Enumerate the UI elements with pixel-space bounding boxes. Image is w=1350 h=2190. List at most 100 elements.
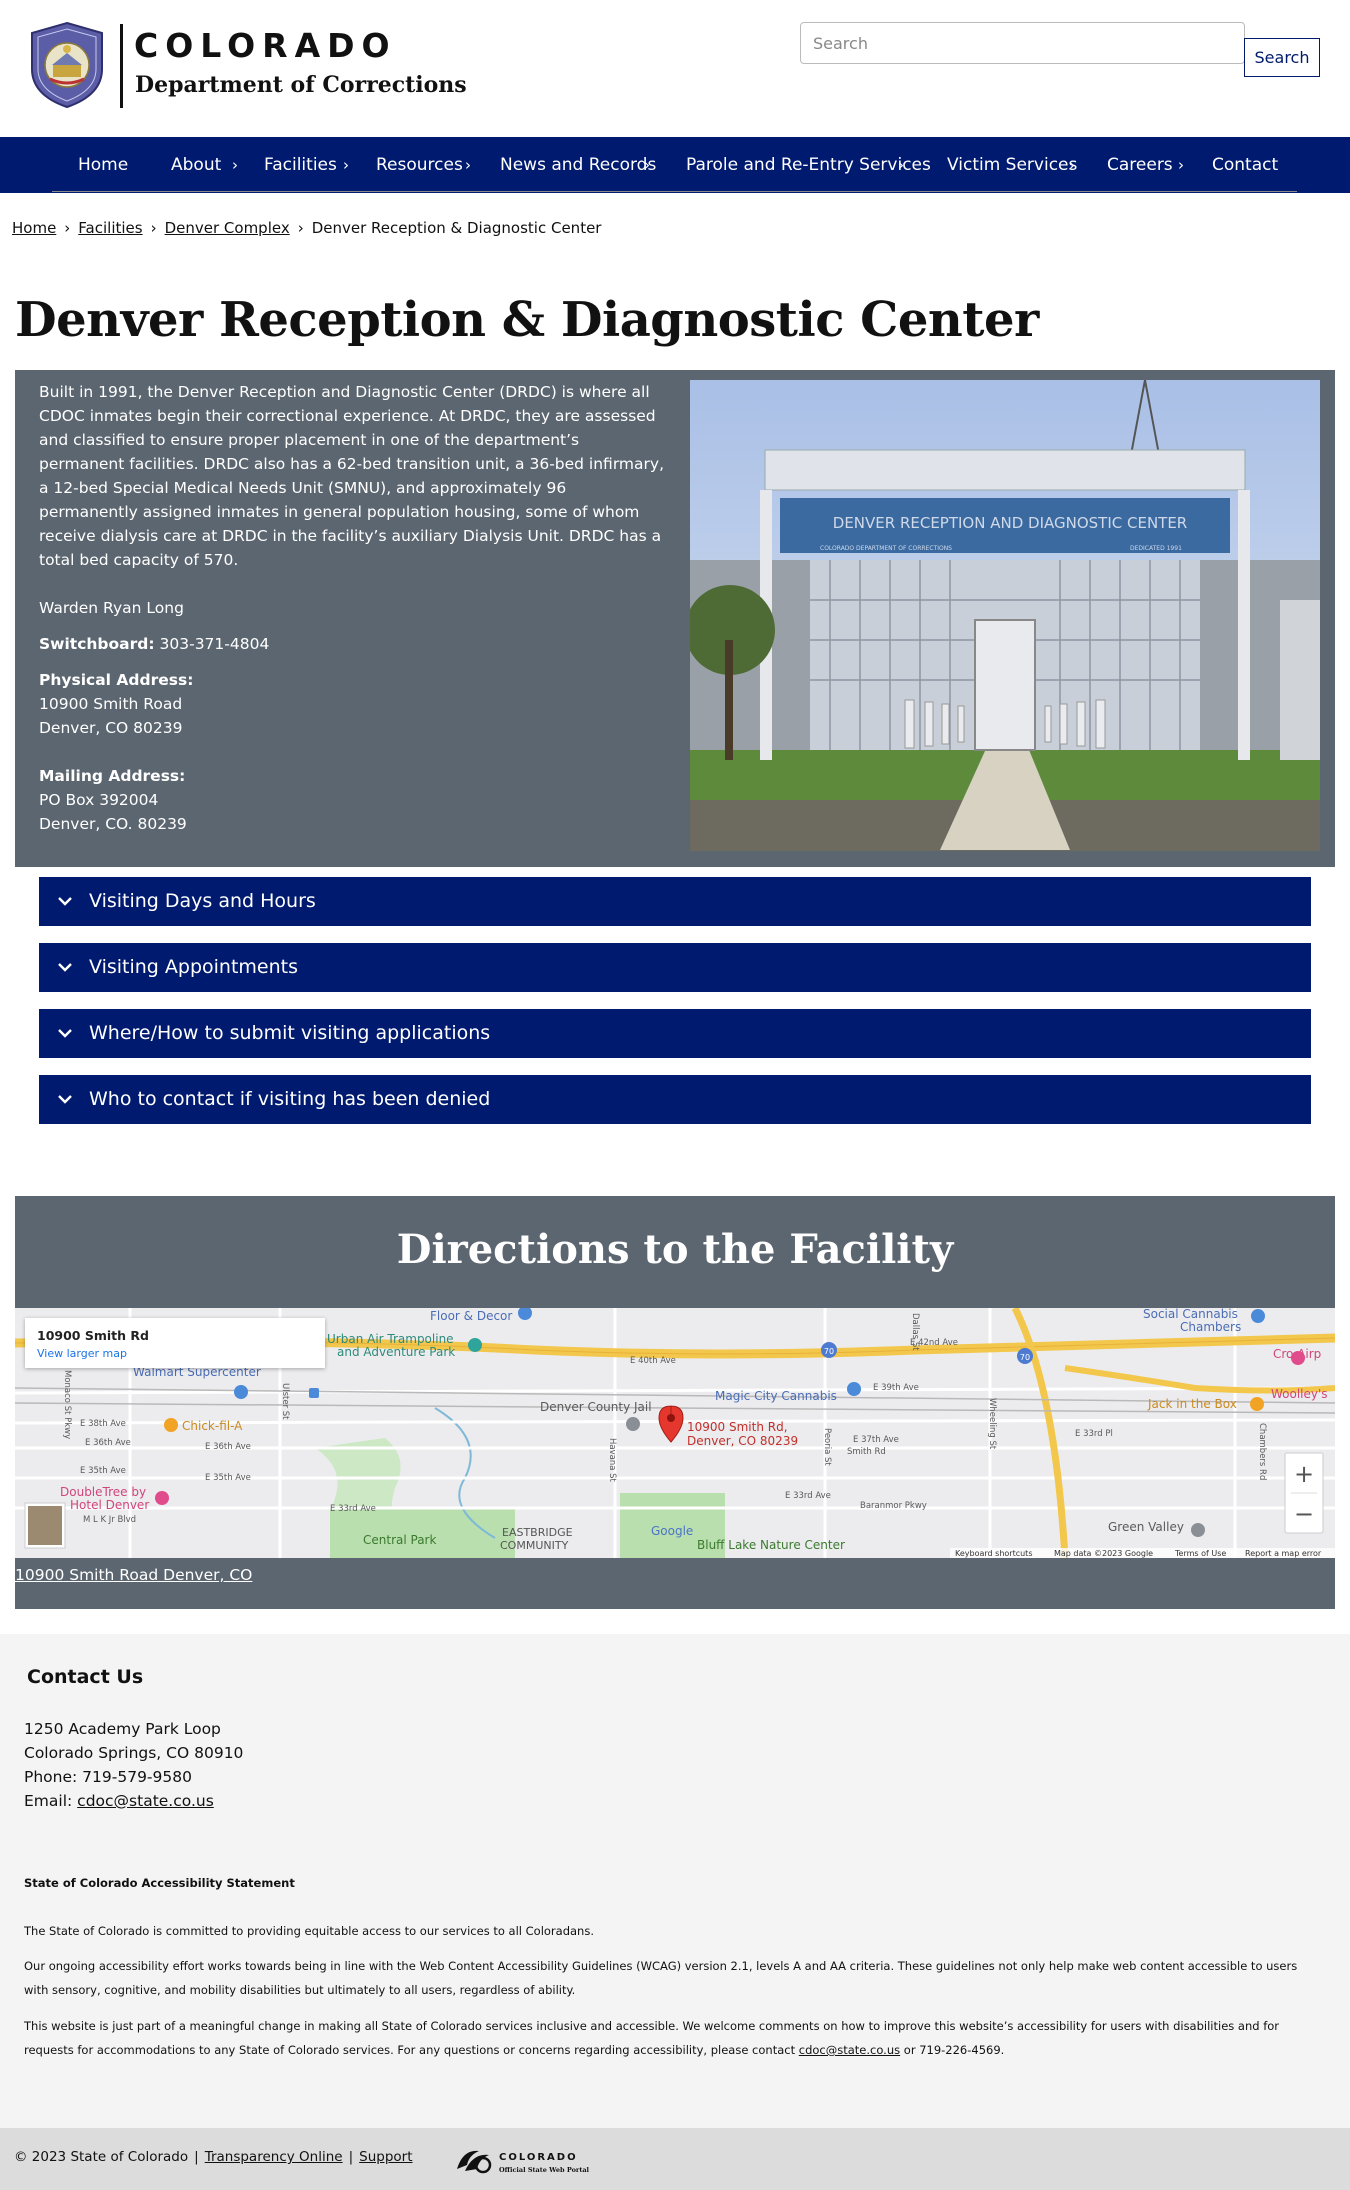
switchboard-label: Switchboard: (39, 635, 155, 653)
physical-address-heading: Physical Address: (39, 671, 194, 689)
portal-name: COLORADO (499, 2152, 578, 2163)
accessibility-title: State of Colorado Accessibility Statemen… (24, 1876, 295, 1890)
contact-address-line1: 1250 Academy Park Loop (24, 1720, 221, 1738)
search-input[interactable] (800, 22, 1245, 64)
facility-description: Built in 1991, the Denver Reception and … (39, 383, 664, 569)
accessibility-paragraph-3: This website is just part of a meaningfu… (24, 2014, 1324, 2062)
brand-name[interactable]: COLORADO (134, 26, 397, 65)
separator: | (348, 2149, 354, 2165)
place-label: Hotel Denver (70, 1498, 149, 1512)
map-zoom-in-button[interactable]: + (1294, 1460, 1314, 1488)
place-label: Chambers (1180, 1320, 1241, 1334)
map-report-error[interactable]: Report a map error (1245, 1549, 1322, 1558)
map-terms[interactable]: Terms of Use (1174, 1549, 1226, 1558)
contact-phone: Phone: 719-579-9580 (24, 1768, 192, 1786)
map-poi-icon[interactable] (164, 1418, 178, 1432)
physical-address-line2: Denver, CO 80239 (39, 719, 183, 737)
colorado-seal-logo[interactable] (28, 21, 106, 109)
view-larger-map-link[interactable]: View larger map (37, 1347, 127, 1360)
nav-item-facilities[interactable]: Facilities › (264, 137, 349, 193)
main-nav: Home About › Facilities › Resources › News … (0, 137, 1350, 193)
chevron-right-icon: › (465, 156, 471, 174)
support-link[interactable]: Support (359, 2149, 412, 2165)
street-label: E 36th Ave (85, 1438, 131, 1448)
street-label: E 33rd Ave (785, 1491, 831, 1501)
street-label: E 36th Ave (205, 1442, 251, 1452)
map-poi-icon[interactable] (1191, 1523, 1205, 1537)
place-label: DoubleTree by (60, 1485, 146, 1499)
chevron-right-icon: › (1069, 156, 1075, 174)
chevron-right-icon: › (232, 156, 238, 174)
nav-label: Victim Services (947, 155, 1078, 175)
accordion-visiting-denied[interactable]: Who to contact if visiting has been deni… (39, 1075, 1311, 1124)
nav-item-resources[interactable]: Resources › (376, 137, 471, 193)
map-poi-icon[interactable] (1250, 1397, 1264, 1411)
embedded-map[interactable]: 70 70 E 40th Ave E 42nd Ave E 39th Ave E… (15, 1308, 1335, 1558)
warden-name: Warden Ryan Long (39, 599, 184, 617)
mailing-address-line2: Denver, CO. 80239 (39, 815, 187, 833)
accordion-label: Who to contact if visiting has been deni… (89, 1088, 491, 1110)
breadcrumb-separator: › (297, 219, 304, 237)
facility-address-link[interactable]: 10900 Smith Road Denver, CO (15, 1566, 252, 1584)
street-label: E 38th Ave (80, 1419, 126, 1429)
map-pin-label-line2: Denver, CO 80239 (687, 1434, 798, 1448)
contact-email-link[interactable]: cdoc@state.co.us (77, 1792, 214, 1810)
photo-sign-small-left: COLORADO DEPARTMENT OF CORRECTIONS (820, 545, 952, 552)
nav-item-victim-services[interactable]: Victim Services › (947, 137, 1077, 193)
place-label: Floor & Decor (430, 1309, 512, 1323)
nav-item-careers[interactable]: Careers › (1107, 137, 1184, 193)
nav-item-about[interactable]: About › (171, 137, 238, 193)
breadcrumb-facilities[interactable]: Facilities (78, 219, 142, 237)
map-poi-icon[interactable] (155, 1491, 169, 1505)
site-footer: Contact Us 1250 Academy Park Loop Colora… (0, 1634, 1350, 2128)
place-label: Green Valley (1108, 1520, 1184, 1534)
map-data-credit: Map data ©2023 Google (1054, 1549, 1153, 1558)
nav-item-parole[interactable]: Parole and Re-Entry Services › (686, 137, 931, 193)
accordion-visiting-applications[interactable]: Where/How to submit visiting application… (39, 1009, 1311, 1058)
nav-label: Careers (1107, 155, 1173, 175)
nav-label: Parole and Re-Entry Services (686, 155, 931, 175)
physical-address-label: Physical Address: (39, 668, 193, 692)
map-poi-icon[interactable] (1251, 1309, 1265, 1323)
accordion-visiting-appointments[interactable]: Visiting Appointments (39, 943, 1311, 992)
facility-photo: DENVER RECEPTION AND DIAGNOSTIC CENTER C… (690, 380, 1320, 851)
nav-label: About (171, 155, 222, 175)
map-poi-icon[interactable] (847, 1382, 861, 1396)
breadcrumb-current: Denver Reception & Diagnostic Center (311, 219, 602, 237)
map-poi-icon[interactable] (1291, 1351, 1305, 1365)
street-label: Baranmor Pkwy (860, 1501, 927, 1511)
nav-label: Home (78, 155, 129, 175)
place-label: Central Park (363, 1533, 436, 1547)
nav-label: Resources (376, 155, 463, 175)
breadcrumb-separator: › (150, 219, 157, 237)
accessibility-email-link[interactable]: cdoc@state.co.us (799, 2043, 900, 2057)
mailing-address-label: Mailing Address: (39, 764, 185, 788)
street-label: Chambers Rd (1257, 1423, 1267, 1480)
accordion-visiting-days[interactable]: Visiting Days and Hours (39, 877, 1311, 926)
map-poi-icon[interactable] (234, 1385, 248, 1399)
nav-item-news-and-records[interactable]: News and Records › (500, 137, 656, 193)
transparency-online-link[interactable]: Transparency Online (205, 2149, 343, 2165)
mailing-address-heading: Mailing Address: (39, 767, 186, 785)
brand-divider (120, 24, 123, 108)
map-poi-icon[interactable] (626, 1417, 640, 1431)
chevron-down-icon (58, 1095, 72, 1104)
place-label: COMMUNITY (500, 1539, 569, 1552)
chevron-down-icon (58, 897, 72, 906)
search-button[interactable]: Search (1244, 38, 1320, 77)
place-label: Bluff Lake Nature Center (697, 1538, 845, 1552)
map-zoom-out-button[interactable]: − (1294, 1500, 1314, 1528)
department-name[interactable]: Department of Corrections (135, 72, 467, 98)
colorado-portal-logo[interactable]: COLORADO Official State Web Portal (455, 2143, 595, 2177)
map-poi-icon[interactable] (468, 1338, 482, 1352)
nav-label: News and Records (500, 155, 657, 175)
breadcrumb-denver-complex[interactable]: Denver Complex (165, 219, 290, 237)
nav-item-home[interactable]: Home (78, 137, 128, 193)
map-keyboard-shortcuts[interactable]: Keyboard shortcuts (955, 1549, 1032, 1558)
accessibility-paragraph-3-text: This website is just part of a meaningfu… (24, 2019, 1280, 2057)
nav-item-contact[interactable]: Contact (1212, 137, 1278, 193)
street-label: E 39th Ave (873, 1383, 919, 1393)
nav-divider (52, 191, 1297, 192)
map-transit-icon[interactable] (309, 1388, 319, 1398)
breadcrumb-home[interactable]: Home (12, 219, 56, 237)
